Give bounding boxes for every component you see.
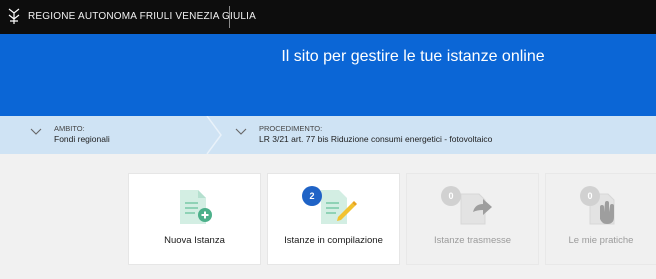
- hand-document-icon: [589, 193, 615, 225]
- region-name[interactable]: REGIONE AUTONOMA FRIULI VENEZIA GIULIA: [28, 0, 256, 34]
- chevron-down-icon: [30, 128, 42, 135]
- card-label: Istanze in compilazione: [284, 235, 383, 246]
- count-badge-value: 2: [309, 191, 315, 201]
- hero-banner: Il sito per gestire le tue istanze onlin…: [0, 34, 656, 123]
- send-document-icon: [460, 193, 492, 225]
- ambito-label: AMBITO:: [54, 124, 85, 133]
- selector-bar: AMBITO: Fondi regionali PROCEDIMENTO: LR…: [0, 116, 656, 154]
- procedimento-selector[interactable]: PROCEDIMENTO: LR 3/21 art. 77 bis Riduzi…: [223, 116, 656, 154]
- selector-divider: [206, 116, 222, 154]
- hero-title: Il sito per gestire le tue istanze onlin…: [281, 48, 545, 65]
- card-nuova-istanza[interactable]: Nuova Istanza: [128, 173, 261, 265]
- ambito-value: Fondi regionali: [54, 134, 110, 144]
- region-logo-icon: [8, 8, 20, 24]
- card-label: Le mie pratiche: [568, 235, 634, 246]
- chevron-down-icon: [235, 128, 247, 135]
- card-label: Nuova Istanza: [164, 235, 225, 246]
- count-badge-value: 0: [587, 191, 593, 201]
- card-le-mie-pratiche[interactable]: 0 Le mie pratiche: [545, 173, 656, 265]
- header-separator: [229, 6, 230, 28]
- card-istanze-in-compilazione[interactable]: 2 Istanze in compilazione: [267, 173, 400, 265]
- count-badge-value: 0: [448, 191, 454, 201]
- procedimento-value: LR 3/21 art. 77 bis Riduzione consumi en…: [259, 134, 493, 144]
- ambito-selector[interactable]: AMBITO: Fondi regionali: [0, 116, 205, 154]
- new-document-icon: [180, 190, 212, 224]
- card-istanze-trasmesse[interactable]: 0 Istanze trasmesse: [406, 173, 539, 265]
- procedimento-label: PROCEDIMENTO:: [259, 124, 323, 133]
- edit-document-icon: [321, 190, 357, 224]
- top-bar: REGIONE AUTONOMA FRIULI VENEZIA GIULIA: [0, 0, 656, 34]
- card-label: Istanze trasmesse: [433, 235, 512, 246]
